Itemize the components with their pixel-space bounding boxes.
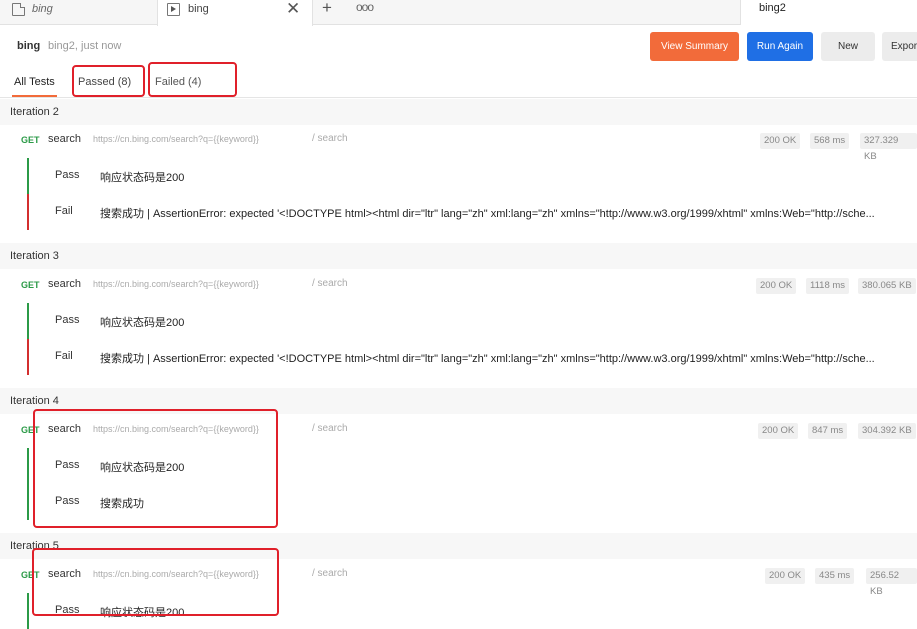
status-badge: 200 OK — [760, 133, 801, 149]
iteration-header: Iteration 4 — [0, 388, 917, 414]
request-name[interactable]: search — [48, 278, 81, 290]
result-state: Pass — [55, 169, 80, 181]
request-name[interactable]: search — [48, 568, 81, 580]
result-state: Fail — [55, 205, 73, 217]
new-button[interactable]: New — [821, 32, 875, 61]
run-subtitle: bing2, just now — [48, 40, 122, 52]
tab-label: bing — [32, 3, 53, 15]
time-badge: 1118 ms — [806, 278, 850, 294]
result-message: 响应状态码是200 — [100, 172, 185, 184]
time-badge: 568 ms — [810, 133, 850, 149]
result-message: 响应状态码是200 — [100, 317, 185, 329]
request-method: GET — [21, 425, 40, 435]
test-result: Fail 搜索成功 | AssertionError: expected '<!… — [27, 194, 917, 230]
iteration-header: Iteration 2 — [0, 99, 917, 125]
time-badge: 847 ms — [808, 423, 848, 439]
collection-name: bing — [17, 40, 41, 52]
request-method: GET — [21, 280, 40, 290]
test-result: Pass 响应状态码是200 — [27, 593, 917, 629]
more-tabs-icon[interactable]: ooo — [356, 0, 374, 14]
filter-tab-passed[interactable]: Passed (8) — [78, 76, 131, 88]
request-row[interactable]: GET search https://cn.bing.com/search?q=… — [0, 133, 917, 162]
iteration-label: Iteration 2 — [10, 106, 59, 118]
result-message: 响应状态码是200 — [100, 462, 185, 474]
test-result: Pass 响应状态码是200 — [27, 448, 917, 484]
tab-runner-bing[interactable]: bing ✕ — [157, 0, 313, 26]
time-badge: 435 ms — [815, 568, 855, 584]
iteration-label: Iteration 4 — [10, 395, 59, 407]
status-badge: 200 OK — [765, 568, 806, 584]
request-url: https://cn.bing.com/search?q={{keyword}} — [93, 569, 259, 579]
divider — [0, 97, 917, 98]
test-result: Fail 搜索成功 | AssertionError: expected '<!… — [27, 339, 917, 375]
status-badge: 200 OK — [756, 278, 797, 294]
environment-tab[interactable]: bing2 — [740, 0, 917, 25]
request-row[interactable]: GET search https://cn.bing.com/search?q=… — [0, 423, 917, 443]
add-tab-icon[interactable]: + — [322, 0, 332, 18]
export-button[interactable]: Expor — [882, 32, 917, 61]
result-message: 搜索成功 — [100, 498, 144, 510]
request-method: GET — [21, 570, 40, 580]
iteration-label: Iteration 3 — [10, 250, 59, 262]
fail-indicator — [27, 339, 29, 375]
pass-indicator — [27, 303, 29, 339]
request-url: https://cn.bing.com/search?q={{keyword}} — [93, 134, 259, 144]
tab-label: bing — [188, 3, 209, 15]
pass-indicator — [27, 158, 29, 194]
request-path: / search — [312, 133, 348, 144]
view-summary-button[interactable]: View Summary — [650, 32, 739, 61]
size-badge: 380.065 KB — [858, 278, 916, 294]
filter-tab-all[interactable]: All Tests — [14, 76, 55, 88]
request-url: https://cn.bing.com/search?q={{keyword}} — [93, 424, 259, 434]
close-tab-icon[interactable]: ✕ — [286, 0, 300, 19]
document-icon — [12, 3, 25, 16]
request-path: / search — [312, 568, 348, 579]
result-message: 搜索成功 | AssertionError: expected '<!DOCTY… — [100, 208, 875, 220]
size-badge: 304.392 KB — [858, 423, 916, 439]
status-badge: 200 OK — [758, 423, 799, 439]
request-row[interactable]: GET search https://cn.bing.com/search?q=… — [0, 278, 917, 298]
result-state: Pass — [55, 314, 80, 326]
size-badge: 327.329 KB — [860, 133, 917, 162]
result-state: Pass — [55, 459, 80, 471]
request-name[interactable]: search — [48, 423, 81, 435]
request-name[interactable]: search — [48, 133, 81, 145]
pass-indicator — [27, 593, 29, 629]
request-path: / search — [312, 278, 348, 289]
pass-indicator — [27, 448, 29, 484]
request-row[interactable]: GET search https://cn.bing.com/search?q=… — [0, 568, 917, 597]
request-method: GET — [21, 135, 40, 145]
request-url: https://cn.bing.com/search?q={{keyword}} — [93, 279, 259, 289]
result-state: Fail — [55, 350, 73, 362]
tab-request-bing[interactable]: bing — [0, 0, 157, 25]
iteration-label: Iteration 5 — [10, 540, 59, 552]
size-badge: 256.52 KB — [866, 568, 917, 597]
iteration-header: Iteration 5 — [0, 533, 917, 559]
result-message: 响应状态码是200 — [100, 607, 185, 619]
tab-bar: bing bing ✕ + ooo bing2 — [0, 0, 917, 26]
run-again-button[interactable]: Run Again — [747, 32, 813, 61]
fail-indicator — [27, 194, 29, 230]
environment-label: bing2 — [759, 2, 786, 14]
play-icon — [167, 3, 180, 16]
test-result: Pass 响应状态码是200 — [27, 158, 917, 194]
result-state: Pass — [55, 495, 80, 507]
iteration-header: Iteration 3 — [0, 243, 917, 269]
filter-tab-failed[interactable]: Failed (4) — [155, 76, 201, 88]
test-result: Pass 搜索成功 — [27, 484, 917, 520]
result-state: Pass — [55, 604, 80, 616]
test-result: Pass 响应状态码是200 — [27, 303, 917, 339]
pass-indicator — [27, 484, 29, 520]
result-message: 搜索成功 | AssertionError: expected '<!DOCTY… — [100, 353, 875, 365]
request-path: / search — [312, 423, 348, 434]
